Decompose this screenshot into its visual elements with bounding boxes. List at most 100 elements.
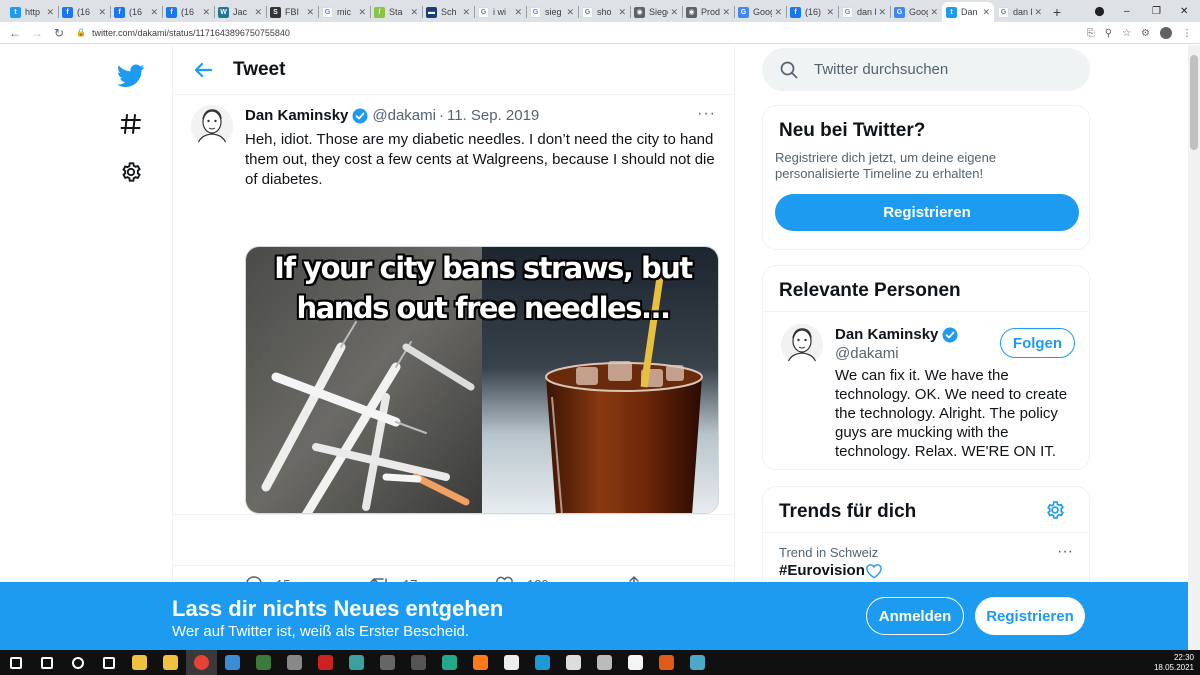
- page-scrollbar[interactable]: [1188, 45, 1200, 650]
- system-clock[interactable]: 22:30 18.05.2021: [1154, 653, 1194, 673]
- browser-tab[interactable]: Gsho ✕: [578, 2, 630, 22]
- tab-close-icon[interactable]: ✕: [410, 7, 418, 18]
- search-icon[interactable]: [31, 650, 62, 675]
- tab-close-icon[interactable]: ✕: [254, 7, 262, 18]
- file-explorer-icon[interactable]: [124, 650, 155, 675]
- browser-tab[interactable]: / Sta ✕: [370, 2, 422, 22]
- browser-tab[interactable]: Gdan kar✕: [994, 2, 1046, 22]
- browser-tab[interactable]: ◉ Siegella✕: [630, 2, 682, 22]
- menu-icon[interactable]: ⋮: [1182, 28, 1192, 39]
- search-box[interactable]: [762, 48, 1090, 91]
- tab-close-icon[interactable]: ✕: [566, 7, 574, 18]
- app-icon[interactable]: [403, 650, 434, 675]
- back-nav-icon[interactable]: ←: [4, 26, 26, 40]
- explore-hashtag-icon[interactable]: [110, 100, 152, 148]
- app-icon[interactable]: [558, 650, 589, 675]
- skype-icon[interactable]: [527, 650, 558, 675]
- install-icon[interactable]: ⎘: [1087, 28, 1095, 39]
- trends-settings-icon[interactable]: [1045, 500, 1065, 525]
- app-icon[interactable]: [310, 650, 341, 675]
- app-icon[interactable]: [651, 650, 682, 675]
- tweet-date[interactable]: 11. Sep. 2019: [447, 107, 539, 124]
- app-icon[interactable]: [341, 650, 372, 675]
- person-name[interactable]: Dan Kaminsky: [835, 326, 938, 343]
- person-cell[interactable]: Dan Kaminsky @dakami We can fix it. We h…: [763, 312, 1089, 469]
- profile-icon[interactable]: [1094, 0, 1105, 22]
- banner-register-button[interactable]: Registrieren: [975, 597, 1085, 635]
- cortana-icon[interactable]: [62, 650, 93, 675]
- browser-tab[interactable]: G Google✕: [734, 2, 786, 22]
- register-button[interactable]: Registrieren: [775, 194, 1079, 231]
- twitter-logo-icon[interactable]: [110, 52, 152, 100]
- tab-close-icon[interactable]: ✕: [774, 7, 782, 18]
- browser-tab[interactable]: f (16) Fac✕: [786, 2, 838, 22]
- address-bar[interactable]: 🔒 twitter.com/dakami/status/117164389675…: [76, 24, 1076, 42]
- extensions-icon[interactable]: ⚙: [1141, 28, 1150, 39]
- app-icon[interactable]: [372, 650, 403, 675]
- tab-close-icon[interactable]: ✕: [1034, 7, 1042, 18]
- app-icon[interactable]: [279, 650, 310, 675]
- tab-close-icon[interactable]: ✕: [670, 7, 678, 18]
- chrome-icon[interactable]: [186, 650, 217, 675]
- author-avatar[interactable]: [191, 105, 233, 147]
- tab-close-icon[interactable]: ✕: [878, 7, 886, 18]
- author-handle[interactable]: @dakami: [372, 107, 436, 124]
- app-icon[interactable]: [682, 650, 713, 675]
- person-avatar[interactable]: [781, 324, 823, 366]
- browser-tab[interactable]: f (16 ✕: [110, 2, 162, 22]
- tab-close-icon[interactable]: ✕: [514, 7, 522, 18]
- restore-icon[interactable]: ❐: [1152, 0, 1161, 22]
- zoom-icon[interactable]: ⚲: [1105, 28, 1112, 39]
- scrollbar-thumb[interactable]: [1190, 55, 1198, 150]
- browser-tab[interactable]: t Dan ✕: [942, 2, 994, 22]
- tab-close-icon[interactable]: ✕: [930, 7, 938, 18]
- app-icon[interactable]: [496, 650, 527, 675]
- bookmark-star-icon[interactable]: ☆: [1122, 28, 1131, 39]
- firefox-icon[interactable]: [465, 650, 496, 675]
- tab-close-icon[interactable]: ✕: [358, 7, 366, 18]
- back-arrow-icon[interactable]: [173, 62, 233, 78]
- app-icon[interactable]: [434, 650, 465, 675]
- forward-nav-icon[interactable]: →: [26, 26, 48, 40]
- new-tab-button[interactable]: +: [1046, 2, 1068, 22]
- browser-tab[interactable]: f (16 ✕: [162, 2, 214, 22]
- tab-close-icon[interactable]: ✕: [826, 7, 834, 18]
- minimize-icon[interactable]: –: [1124, 0, 1130, 22]
- task-view-icon[interactable]: [93, 650, 124, 675]
- browser-tab[interactable]: t http ✕: [6, 2, 58, 22]
- login-button[interactable]: Anmelden: [866, 597, 964, 635]
- tab-close-icon[interactable]: ✕: [618, 7, 626, 18]
- browser-tab[interactable]: f (16 ✕: [58, 2, 110, 22]
- browser-tab[interactable]: ◉ Produkt✕: [682, 2, 734, 22]
- app-icon[interactable]: [217, 650, 248, 675]
- browser-tab[interactable]: W Jac ✕: [214, 2, 266, 22]
- author-name[interactable]: Dan Kaminsky: [245, 107, 348, 124]
- reload-icon[interactable]: ↻: [48, 26, 70, 40]
- tab-close-icon[interactable]: ✕: [150, 7, 158, 18]
- tab-close-icon[interactable]: ✕: [46, 7, 54, 18]
- app-icon[interactable]: [589, 650, 620, 675]
- browser-tab[interactable]: Gmic ✕: [318, 2, 370, 22]
- browser-tab[interactable]: S FBI ✕: [266, 2, 318, 22]
- tab-close-icon[interactable]: ✕: [982, 7, 990, 18]
- app-icon[interactable]: [620, 650, 651, 675]
- browser-tab[interactable]: ▬ Sch ✕: [422, 2, 474, 22]
- trend-more-icon[interactable]: ···: [1057, 543, 1073, 561]
- browser-tab[interactable]: Gi wi ✕: [474, 2, 526, 22]
- browser-tab[interactable]: Gdan kar✕: [838, 2, 890, 22]
- browser-tab[interactable]: Gsieg ✕: [526, 2, 578, 22]
- tab-close-icon[interactable]: ✕: [202, 7, 210, 18]
- follow-button[interactable]: Folgen: [1000, 328, 1075, 358]
- account-avatar[interactable]: [1160, 27, 1172, 39]
- settings-gear-icon[interactable]: [110, 148, 152, 196]
- tab-close-icon[interactable]: ✕: [462, 7, 470, 18]
- more-options-icon[interactable]: ···: [697, 105, 716, 123]
- app-icon[interactable]: [248, 650, 279, 675]
- tab-close-icon[interactable]: ✕: [98, 7, 106, 18]
- start-icon[interactable]: [0, 650, 31, 675]
- tab-close-icon[interactable]: ✕: [306, 7, 314, 18]
- close-window-icon[interactable]: ✕: [1180, 0, 1188, 22]
- tweet-image[interactable]: If your city bans straws, but hands out …: [245, 246, 719, 514]
- tab-close-icon[interactable]: ✕: [722, 7, 730, 18]
- browser-tab[interactable]: G Google✕: [890, 2, 942, 22]
